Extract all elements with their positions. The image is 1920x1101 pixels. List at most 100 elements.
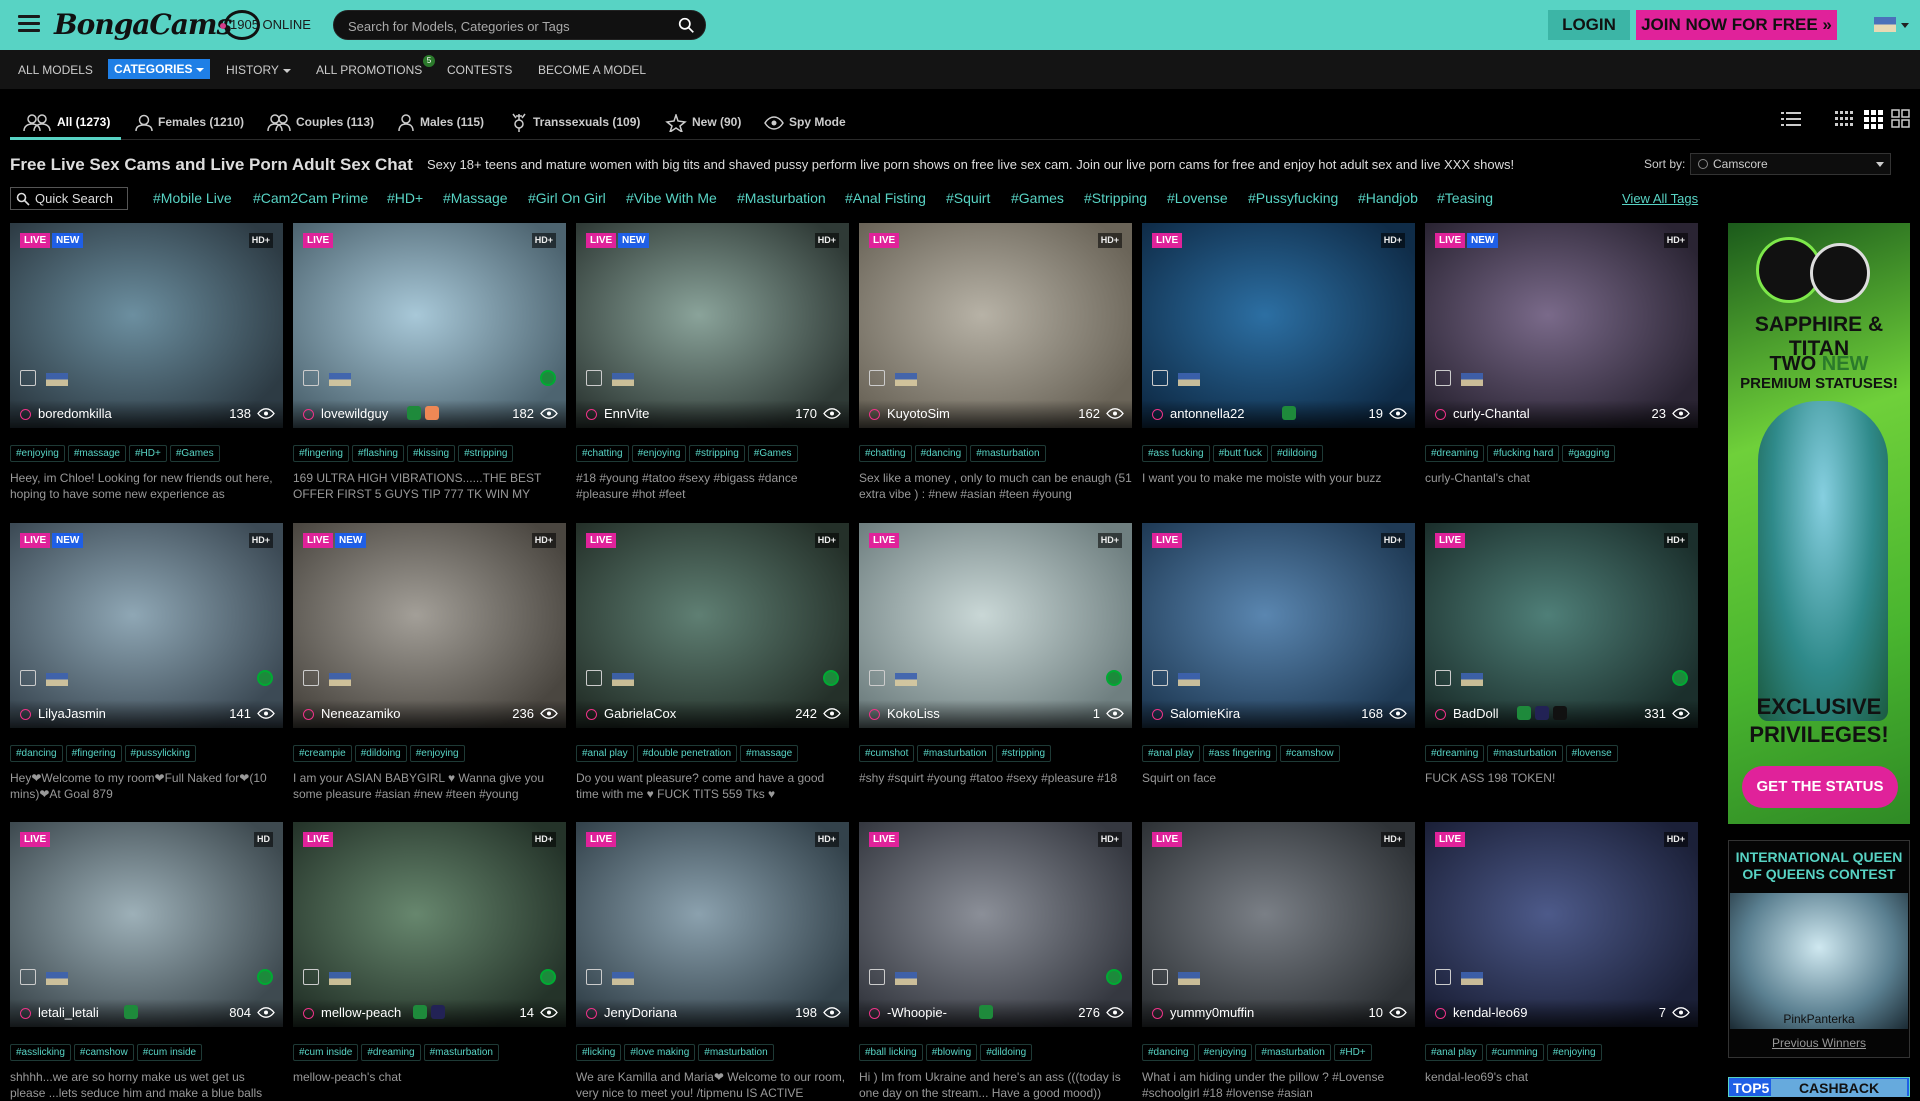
preview-icon[interactable] (303, 969, 319, 985)
language-flag-icon[interactable] (1874, 17, 1896, 32)
model-name[interactable]: KuyotoSim (887, 406, 950, 421)
model-tag[interactable]: #love making (624, 1044, 696, 1061)
tag-link[interactable]: #Cam2Cam Prime (253, 190, 368, 206)
info-icon[interactable] (1152, 409, 1163, 420)
info-icon[interactable] (1435, 409, 1446, 420)
model-thumbnail[interactable]: LIVE NEW HD+ curly-Chantal 23 (1425, 223, 1698, 428)
model-name[interactable]: KokoLiss (887, 706, 940, 721)
preview-icon[interactable] (1435, 670, 1451, 686)
model-tag[interactable]: #creampie (293, 745, 352, 762)
model-tag[interactable]: #dildoing (354, 745, 407, 762)
info-icon[interactable] (1435, 1008, 1446, 1019)
model-tag[interactable]: #ball licking (859, 1044, 923, 1061)
model-tag[interactable]: #dreaming (1425, 745, 1485, 762)
model-tag[interactable]: #masturbation (917, 745, 993, 762)
tab-couples[interactable]: Couples (113) (267, 113, 374, 133)
model-name[interactable]: Neneazamiko (321, 706, 401, 721)
model-tag[interactable]: #fingering (65, 745, 122, 762)
model-thumbnail[interactable]: LIVE HD+ -Whoopie- 276 (859, 822, 1132, 1027)
preview-icon[interactable] (20, 969, 36, 985)
preview-icon[interactable] (586, 370, 602, 386)
model-thumbnail[interactable]: LIVE HD+ KuyotoSim 162 (859, 223, 1132, 428)
info-icon[interactable] (20, 709, 31, 720)
social-icon[interactable] (413, 1005, 427, 1019)
join-button[interactable]: JOIN NOW FOR FREE » (1636, 10, 1837, 40)
view-all-tags-link[interactable]: View All Tags (1622, 191, 1698, 206)
logo[interactable]: BongaCams (54, 8, 260, 41)
model-tag[interactable]: #enjoying (1197, 1044, 1253, 1061)
model-tag[interactable]: #dreaming (1425, 445, 1485, 462)
model-tag[interactable]: #HD+ (1333, 1044, 1372, 1061)
social-icon[interactable] (124, 1005, 138, 1019)
model-tag[interactable]: #chatting (576, 445, 629, 462)
model-tag[interactable]: #dancing (914, 445, 968, 462)
info-icon[interactable] (1435, 709, 1446, 720)
preview-icon[interactable] (1435, 969, 1451, 985)
contest-winner-image[interactable] (1730, 893, 1908, 1029)
model-tag[interactable]: #camshow (1279, 745, 1340, 762)
model-thumbnail[interactable]: LIVE HD+ BadDoll 331 (1425, 523, 1698, 728)
info-icon[interactable] (303, 1008, 314, 1019)
model-name[interactable]: mellow-peach (321, 1005, 401, 1020)
model-tag[interactable]: #cum inside (136, 1044, 203, 1061)
nav-categories[interactable]: CATEGORIES (108, 59, 211, 79)
info-icon[interactable] (869, 709, 880, 720)
social-icon[interactable] (1535, 706, 1549, 720)
model-thumbnail[interactable]: LIVE HD+ antonnella22 19 (1142, 223, 1415, 428)
model-tag[interactable]: #masturbation (970, 445, 1046, 462)
model-tag[interactable]: #enjoying (10, 445, 65, 462)
model-tag[interactable]: #stripping (458, 445, 514, 462)
contest-ad[interactable]: INTERNATIONAL QUEEN OF QUEENS CONTEST Pi… (1728, 840, 1910, 1058)
model-tag[interactable]: #fingering (293, 445, 349, 462)
grid-large-icon[interactable] (1891, 109, 1911, 129)
model-name[interactable]: EnnVite (604, 406, 649, 421)
previous-winners-link[interactable]: Previous Winners (1729, 1036, 1909, 1050)
model-name[interactable]: LilyaJasmin (38, 706, 106, 721)
preview-icon[interactable] (303, 370, 319, 386)
tag-link[interactable]: #Handjob (1358, 190, 1418, 206)
model-tag[interactable]: #dreaming (361, 1044, 421, 1061)
model-tag[interactable]: #double penetration (636, 745, 738, 762)
model-tag[interactable]: #HD+ (128, 445, 167, 462)
model-name[interactable]: BadDoll (1453, 706, 1499, 721)
model-name[interactable]: letali_letali (38, 1005, 99, 1020)
model-tag[interactable]: #flashing (351, 445, 404, 462)
model-tag[interactable]: #ass fucking (1142, 445, 1210, 462)
nav-all-models[interactable]: ALL MODELS (18, 63, 93, 77)
social-icon[interactable] (979, 1005, 993, 1019)
chevron-down-icon[interactable] (1901, 23, 1909, 28)
model-tag[interactable]: #masturbation (1487, 745, 1563, 762)
model-tag[interactable]: #anal play (1425, 1044, 1483, 1061)
model-tag[interactable]: #Games (747, 445, 798, 462)
nav-become-model[interactable]: BECOME A MODEL (538, 63, 646, 77)
model-tag[interactable]: #asslicking (10, 1044, 71, 1061)
tag-link[interactable]: #Masturbation (737, 190, 826, 206)
model-tag[interactable]: #kissing (406, 445, 456, 462)
social-icon[interactable] (425, 406, 439, 420)
model-name[interactable]: GabrielaCox (604, 706, 676, 721)
model-thumbnail[interactable]: LIVE HD+ lovewildguy 182 (293, 223, 566, 428)
info-icon[interactable] (20, 409, 31, 420)
model-thumbnail[interactable]: LIVE NEW HD+ Neneazamiko 236 (293, 523, 566, 728)
info-icon[interactable] (586, 409, 597, 420)
model-thumbnail[interactable]: LIVE HD+ yummy0muffin 10 (1142, 822, 1415, 1027)
preview-icon[interactable] (20, 670, 36, 686)
search-icon[interactable] (678, 17, 695, 34)
tab-spy-mode[interactable]: Spy Mode (764, 113, 846, 133)
preview-icon[interactable] (303, 670, 319, 686)
info-icon[interactable] (1152, 1008, 1163, 1019)
grid-small-icon[interactable] (1834, 109, 1854, 129)
grid-medium-icon[interactable] (1863, 109, 1883, 129)
model-tag[interactable]: #dancing (1142, 1044, 1195, 1061)
tab-transsexuals[interactable]: Transsexuals (109) (510, 113, 640, 133)
info-icon[interactable] (586, 709, 597, 720)
model-name[interactable]: curly-Chantal (1453, 406, 1530, 421)
tag-link[interactable]: #Stripping (1084, 190, 1147, 206)
model-tag[interactable]: #enjoying (1546, 1044, 1602, 1061)
model-tag[interactable]: #anal play (576, 745, 634, 762)
preview-icon[interactable] (20, 370, 36, 386)
tag-link[interactable]: #Anal Fisting (845, 190, 926, 206)
info-icon[interactable] (586, 1008, 597, 1019)
model-tag[interactable]: #chatting (859, 445, 912, 462)
info-icon[interactable] (1152, 709, 1163, 720)
